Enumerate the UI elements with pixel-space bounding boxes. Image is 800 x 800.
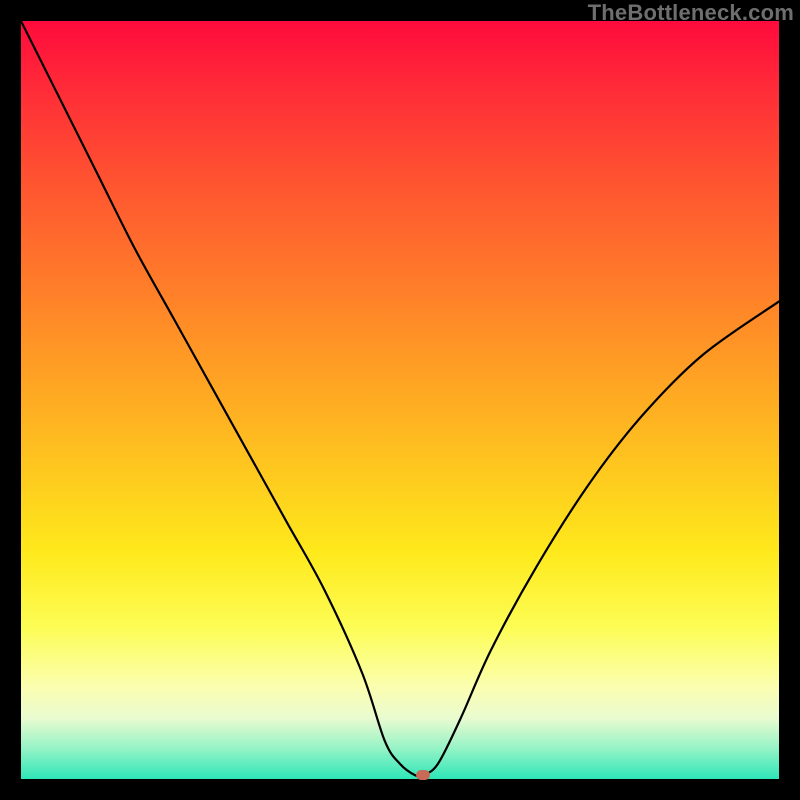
- bottleneck-curve: [21, 21, 779, 779]
- optimal-point-marker: [416, 770, 430, 780]
- chart-frame: TheBottleneck.com: [0, 0, 800, 800]
- bottleneck-curve-path: [21, 21, 779, 777]
- watermark-text: TheBottleneck.com: [588, 0, 794, 26]
- chart-plot-area: [21, 21, 779, 779]
